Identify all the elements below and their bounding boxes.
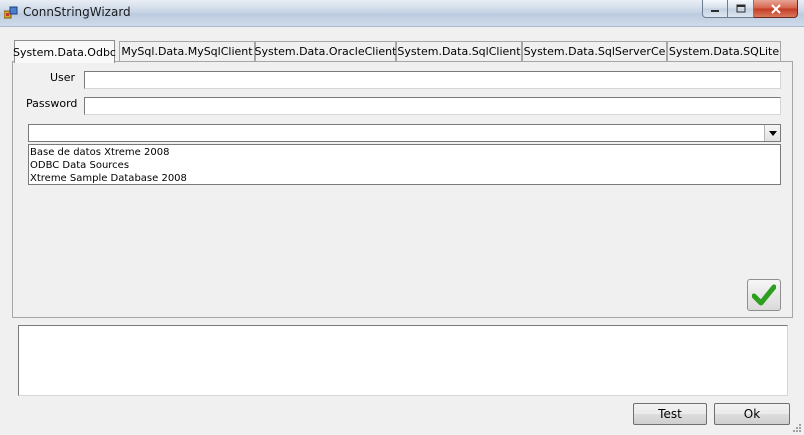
chevron-down-icon (768, 130, 777, 136)
tab-system-data-oracleclient[interactable]: System.Data.OracleClient (255, 41, 396, 61)
user-label: User (50, 71, 76, 84)
user-input[interactable] (84, 71, 781, 89)
tab-system-data-odbc[interactable]: System.Data.Odbc (13, 40, 116, 63)
list-item[interactable]: ODBC Data Sources (30, 159, 780, 172)
database-icon (4, 6, 18, 19)
list-item[interactable]: Base de datos Xtreme 2008 (30, 146, 780, 159)
confirm-button[interactable] (747, 279, 781, 311)
minimize-icon (711, 9, 719, 12)
password-input[interactable] (84, 97, 781, 115)
tab-system-data-sqlclient[interactable]: System.Data.SqlClient (396, 41, 522, 61)
close-button[interactable] (754, 0, 798, 18)
tab-system-data-sqlserverce[interactable]: System.Data.SqlServerCe (522, 41, 667, 61)
close-icon (770, 3, 781, 14)
ok-button[interactable]: Ok (714, 403, 790, 425)
dsn-combobox[interactable] (28, 124, 781, 142)
dsn-listbox[interactable]: Base de datos Xtreme 2008 ODBC Data Sour… (28, 144, 781, 185)
dsn-dropdown-button[interactable] (764, 125, 780, 141)
list-item[interactable]: Xtreme Sample Database 2008 (30, 172, 780, 185)
maximize-button[interactable] (728, 0, 754, 18)
password-label: Password (26, 97, 78, 110)
tab-system-data-sqlite[interactable]: System.Data.SQLite (667, 41, 781, 61)
maximize-icon (736, 4, 745, 13)
window-title: ConnStringWizard (23, 5, 131, 19)
connection-string-output[interactable] (18, 325, 788, 396)
checkmark-icon (752, 284, 776, 306)
title-bar[interactable]: ConnStringWizard (0, 0, 804, 27)
tab-mysql-data-mysqlclient[interactable]: MySql.Data.MySqlClient (119, 41, 255, 61)
resize-grip-icon[interactable] (792, 423, 802, 433)
test-button[interactable]: Test (633, 403, 707, 425)
minimize-button[interactable] (702, 0, 728, 18)
